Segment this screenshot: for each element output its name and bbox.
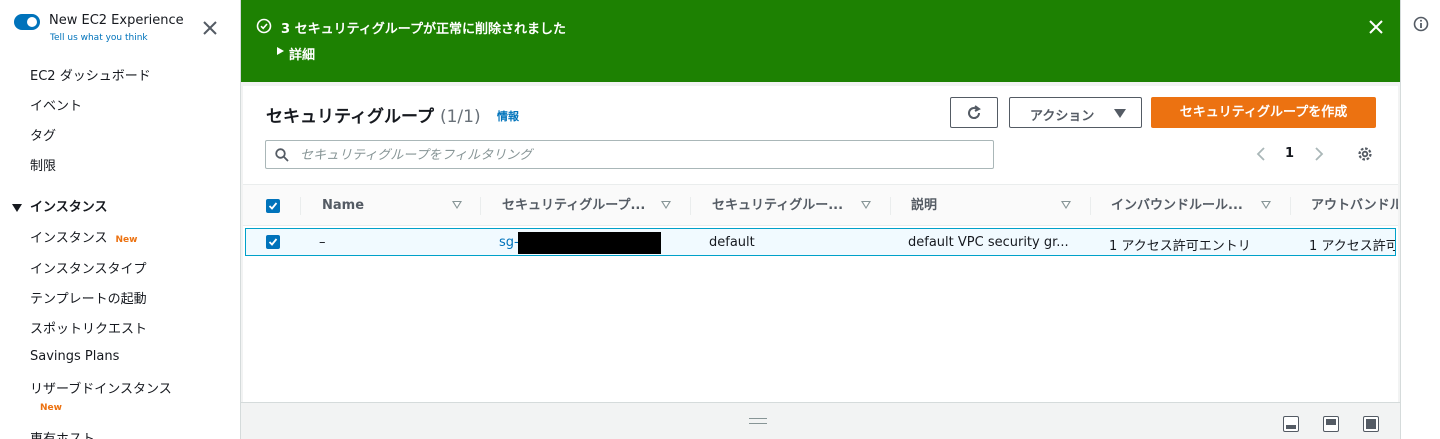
sidebar-item-dedicated-hosts[interactable]: 専有ホスト	[30, 428, 95, 439]
filter-input[interactable]	[300, 145, 980, 165]
sort-icon[interactable]	[452, 201, 462, 209]
split-bottom-icon[interactable]	[1283, 416, 1299, 432]
table-row[interactable]: – sg-0 default default VPC security gr..…	[245, 228, 1396, 256]
split-full-icon[interactable]	[1363, 416, 1379, 432]
sidebar-item-dashboard[interactable]: EC2 ダッシュボード	[30, 65, 151, 84]
sort-icon[interactable]	[1061, 201, 1071, 209]
cell-name: –	[319, 235, 326, 250]
resize-handle[interactable]	[749, 418, 767, 424]
info-icon[interactable]	[1413, 16, 1429, 32]
column-header-inbound[interactable]: インバウンドルール...	[1111, 185, 1256, 227]
info-link[interactable]: 情報	[497, 108, 519, 124]
chevron-right-icon[interactable]	[1312, 146, 1326, 162]
sidebar: New EC2 Experience Tell us what you thin…	[0, 0, 241, 439]
column-header-description[interactable]: 説明	[911, 185, 1051, 227]
refresh-icon	[968, 105, 981, 119]
actions-label: アクション	[1030, 108, 1095, 123]
column-header-group-name[interactable]: セキュリティグルー...	[712, 185, 852, 227]
search-icon	[275, 148, 289, 162]
settings-icon[interactable]	[1356, 145, 1374, 163]
chevron-left-icon[interactable]	[1254, 146, 1268, 162]
sidebar-item-reserved-instances[interactable]: リザーブドインスタンス	[30, 378, 172, 397]
flash-details-toggle[interactable]: 詳細	[277, 44, 316, 63]
split-panel-bar	[241, 402, 1400, 439]
ec2-console: New EC2 Experience Tell us what you thin…	[0, 0, 1440, 439]
security-groups-table-container: セキュリティグループ(1/1) 情報 アクション セキュリティグループを作成	[243, 86, 1398, 402]
check-circle-icon	[256, 18, 272, 34]
title-text: セキュリティグループ	[266, 107, 434, 127]
create-security-group-button[interactable]: セキュリティグループを作成	[1151, 97, 1376, 128]
sidebar-item-savings-plans[interactable]: Savings Plans	[30, 349, 119, 364]
sidebar-item-label: インスタンス	[30, 231, 108, 246]
split-side-icon[interactable]	[1323, 416, 1339, 432]
filter-search-box	[265, 140, 994, 169]
page-number[interactable]: 1	[1285, 146, 1294, 161]
row-checkbox[interactable]	[266, 235, 280, 249]
pagination: 1	[1248, 144, 1328, 164]
new-badge: New	[40, 403, 62, 413]
sidebar-item-limits[interactable]: 制限	[30, 155, 56, 174]
cell-outbound: 1 アクセス許可	[1309, 239, 1395, 254]
flash-details-label: 詳細	[289, 48, 316, 63]
page-title: セキュリティグループ (1/1)	[266, 102, 481, 127]
table-header: Name セキュリティグループ... セキュリティグルー... 説明 インバウン…	[243, 184, 1398, 226]
tools-panel	[1400, 0, 1440, 439]
cell-group-name: default	[709, 235, 755, 250]
toggle-icon[interactable]	[14, 14, 40, 30]
sidebar-item-spot-requests[interactable]: スポットリクエスト	[30, 318, 147, 337]
checkbox-icon	[268, 202, 278, 210]
selection-count: (1/1)	[439, 107, 481, 127]
new-badge: New	[115, 235, 138, 245]
close-icon[interactable]	[200, 18, 220, 38]
sidebar-section-label: インスタンス	[30, 200, 108, 215]
refresh-button[interactable]	[950, 97, 998, 128]
sidebar-item-instances[interactable]: インスタンス New	[30, 227, 137, 246]
feedback-link[interactable]: Tell us what you think	[50, 33, 148, 43]
select-all-checkbox[interactable]	[266, 199, 280, 213]
new-experience-toggle-group: New EC2 Experience Tell us what you thin…	[14, 12, 229, 48]
sort-icon[interactable]	[1261, 201, 1271, 209]
column-header-name[interactable]: Name	[322, 185, 432, 227]
actions-dropdown[interactable]: アクション	[1009, 97, 1142, 128]
caret-right-icon	[277, 47, 284, 55]
sidebar-item-events[interactable]: イベント	[30, 95, 82, 114]
cell-inbound: 1 アクセス許可エントリ	[1109, 239, 1251, 254]
flash-message: 3 セキュリティグループが正常に削除されました	[281, 22, 567, 37]
redaction-block	[518, 232, 661, 254]
experience-title: New EC2 Experience	[49, 13, 184, 28]
close-icon[interactable]	[1368, 19, 1384, 35]
sidebar-item-tags[interactable]: タグ	[30, 125, 56, 144]
main-content: セキュリティグループ(1/1) 情報 アクション セキュリティグループを作成	[241, 82, 1400, 439]
caret-down-icon	[1114, 109, 1126, 118]
cell-description: default VPC security gr...	[908, 235, 1069, 250]
sidebar-item-launch-templates[interactable]: テンプレートの起動	[30, 288, 147, 307]
column-header-outbound[interactable]: アウトバンドル	[1311, 185, 1398, 227]
column-header-group-id[interactable]: セキュリティグループ...	[502, 185, 654, 227]
checkbox-icon	[268, 238, 278, 246]
success-flashbar: 3 セキュリティグループが正常に削除されました 詳細	[241, 0, 1400, 82]
sort-icon[interactable]	[861, 201, 871, 209]
sort-icon[interactable]	[661, 201, 671, 209]
caret-down-icon	[12, 203, 22, 212]
sidebar-item-instance-types[interactable]: インスタンスタイプ	[30, 258, 146, 277]
sidebar-section-instances[interactable]: インスタンス	[12, 196, 107, 215]
